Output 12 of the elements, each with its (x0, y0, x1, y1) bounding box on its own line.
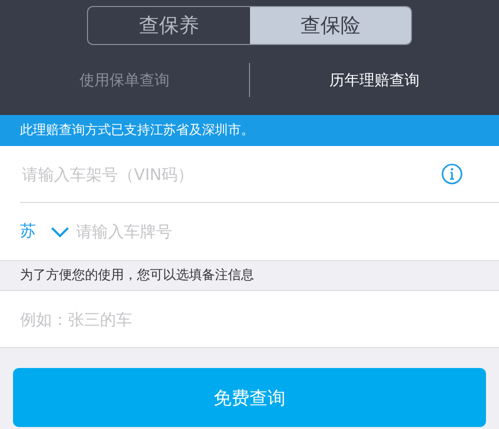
plate-field[interactable]: 请输入车牌号 (74, 221, 479, 242)
info-icon[interactable] (441, 163, 463, 185)
segment-tab[interactable]: 查保养 (88, 7, 250, 44)
query-tab[interactable]: 历年理赔查询 (250, 60, 499, 100)
vin-field[interactable]: 请输入车架号（VIN码） (20, 164, 441, 184)
memo-field[interactable]: 例如：张三的车 (0, 291, 499, 348)
hint-text: 为了方便您的使用，您可以选填备注信息 (0, 260, 499, 291)
chevron-down-icon (50, 226, 70, 238)
province-selector[interactable]: 苏 (20, 221, 74, 242)
query-tab[interactable]: 使用保单查询 (0, 60, 249, 100)
segment-tab[interactable]: 查保险 (250, 7, 411, 44)
notice-banner: 此理赔查询方式已支持江苏省及深圳市。 (0, 115, 499, 146)
